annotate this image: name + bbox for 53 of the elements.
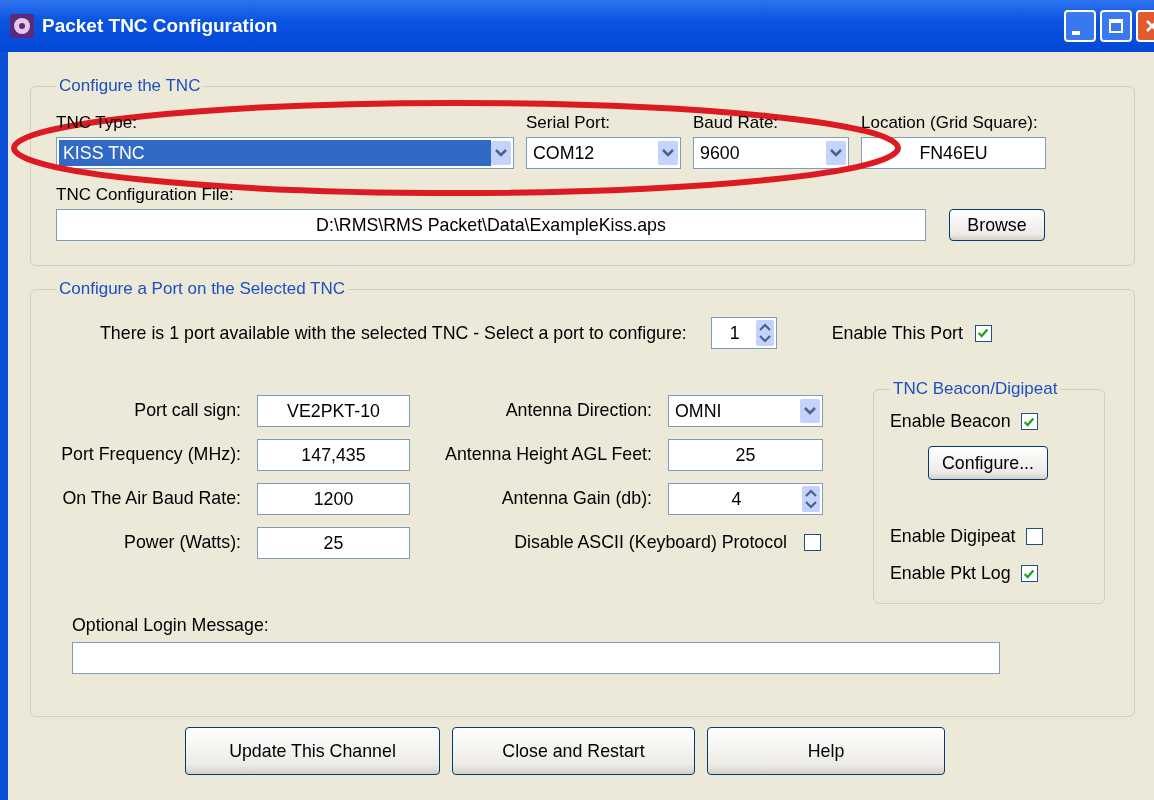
field-label: Antenna Gain (db): (500, 487, 652, 510)
port-prompt: There is 1 port available with the selected TNC - Select a port to configure: (100, 322, 687, 344)
dialog-button[interactable]: Close and Restart (452, 727, 695, 775)
dropdown[interactable]: OMNI (668, 395, 823, 427)
input-field[interactable]: VE2PKT-10 (257, 395, 410, 427)
input-field[interactable]: 1200 (257, 483, 410, 515)
field-label: Antenna Height AGL Feet: (444, 443, 652, 466)
dialog-button[interactable]: Update This Channel (185, 727, 440, 775)
checkbox-label: Enable Digipeat (890, 526, 1016, 547)
input-field[interactable]: 147,435 (257, 439, 410, 471)
browse-button[interactable]: Browse (949, 209, 1045, 241)
checkbox[interactable] (1020, 565, 1038, 582)
dialog-button[interactable]: Help (707, 727, 945, 775)
checkbox[interactable] (1020, 413, 1038, 430)
field-label: TNC Configuration File: (56, 185, 234, 205)
app-icon (10, 14, 34, 38)
spinner-arrows-icon (802, 486, 820, 512)
minimize-icon (1072, 31, 1080, 35)
checkbox-label: Disable ASCII (Keyboard) Protocol (514, 532, 787, 553)
group-legend: Configure the TNC (56, 76, 204, 96)
port-spinner[interactable]: 1 (710, 317, 777, 349)
spinner-arrows-icon (755, 320, 774, 346)
field-label: On The Air Baud Rate: (61, 487, 241, 510)
input-field[interactable]: 25 (668, 439, 823, 471)
input-field[interactable]: 25 (257, 527, 410, 559)
group-legend: TNC Beacon/Digipeat (890, 379, 1061, 399)
gain-spinner[interactable]: 4 (668, 483, 823, 515)
maximize-icon (1108, 18, 1124, 34)
checkbox[interactable] (804, 534, 821, 551)
window-title: Packet TNC Configuration (42, 15, 279, 37)
field-label: Antenna Direction: (504, 399, 652, 422)
field-label: Power (Watts): (123, 531, 241, 554)
configure-button[interactable]: Configure... (928, 446, 1048, 480)
field-label: Baud Rate: (693, 113, 779, 133)
minimize-button[interactable] (1064, 10, 1096, 42)
input-field[interactable]: D:\RMS\RMS Packet\Data\ExampleKiss.aps (56, 209, 926, 241)
field-label: Location (Grid Square): (861, 113, 1038, 133)
dropdown[interactable]: 9600 (693, 137, 849, 169)
maximize-button[interactable] (1100, 10, 1132, 42)
field-label: Port call sign: (133, 399, 241, 422)
dropdown[interactable]: KISS TNC (56, 137, 514, 169)
checkbox-label: Enable This Port (831, 322, 963, 344)
dropdown[interactable]: COM12 (526, 137, 681, 169)
field-label: Serial Port: (526, 113, 611, 133)
group-legend: Configure a Port on the Selected TNC (56, 279, 348, 299)
checkbox[interactable] (974, 324, 992, 342)
input-field[interactable]: FN46EU (861, 137, 1046, 169)
login-message-field[interactable] (72, 642, 1000, 674)
checkbox[interactable] (1025, 528, 1043, 545)
field-label: Port Frequency (MHz): (60, 443, 241, 466)
checkbox-label: Enable Beacon (890, 411, 1011, 432)
checkbox-label: Enable Pkt Log (890, 563, 1011, 584)
field-label: Optional Login Message: (72, 615, 269, 636)
